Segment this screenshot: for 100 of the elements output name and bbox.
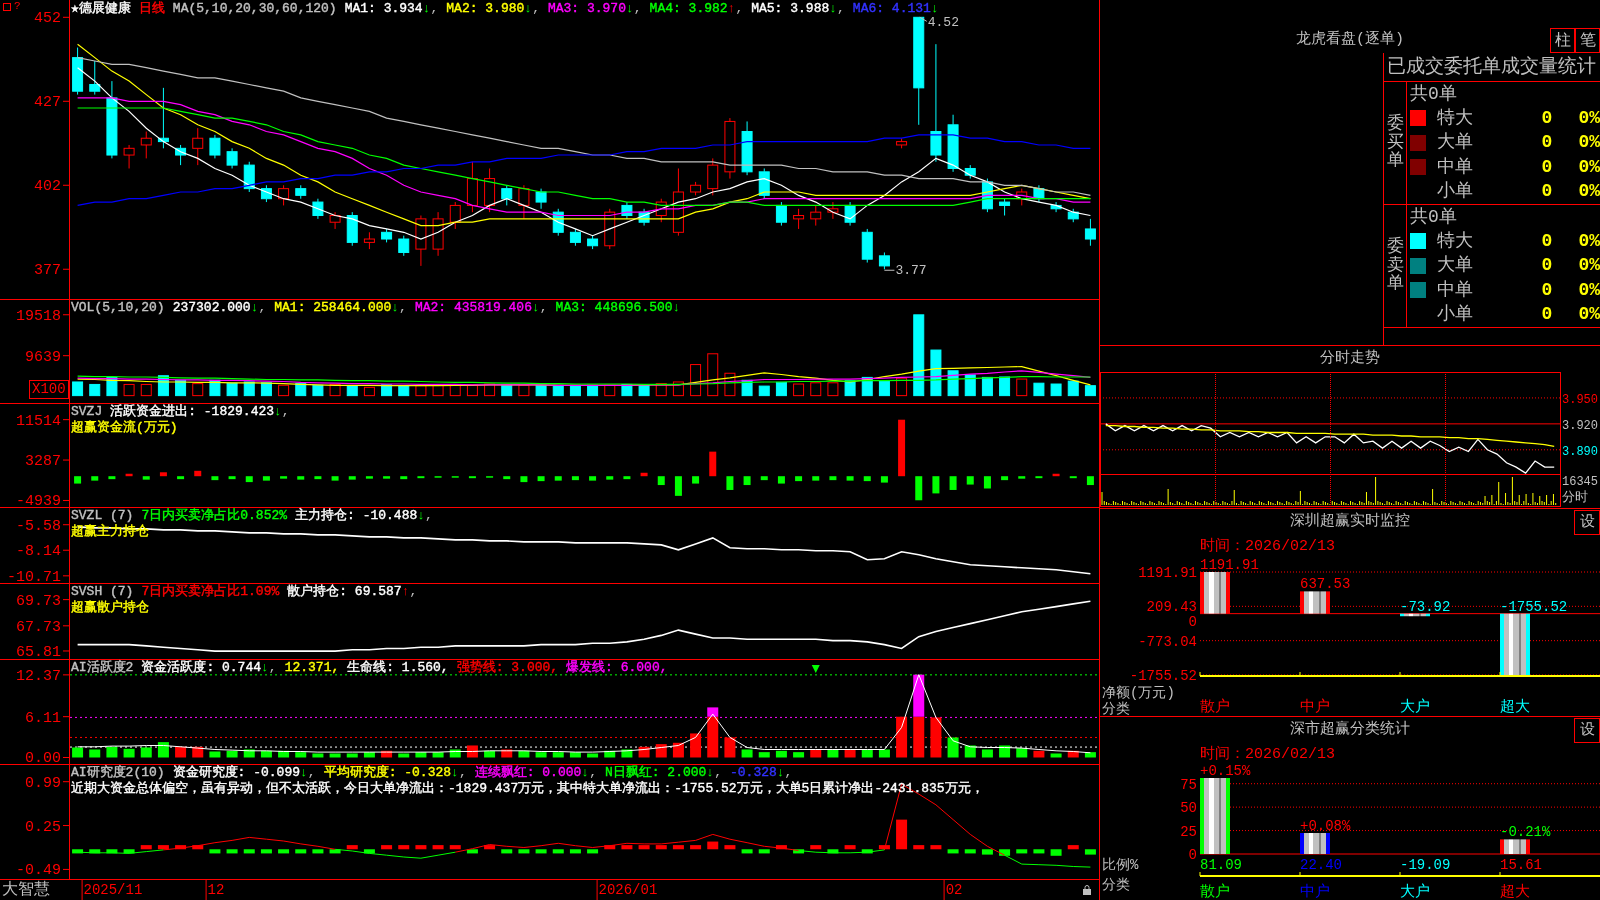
axis-tick-label: 67.73 bbox=[16, 618, 61, 636]
legend-text: MA5: 3.988 bbox=[751, 1, 830, 17]
axis-tick-label: -0.49 bbox=[16, 862, 61, 880]
legend-text: ★德展健康 bbox=[71, 1, 131, 17]
candle bbox=[123, 144, 135, 169]
fund-flow-bar bbox=[554, 476, 562, 481]
fund-flow-bar bbox=[1001, 476, 1009, 481]
view-toggle-button[interactable]: 柱 bbox=[1550, 28, 1575, 53]
legend-text: MA3: 448696.500 bbox=[555, 300, 673, 316]
axis-tick-label: 3.950 bbox=[1562, 392, 1598, 407]
fund-flow-bar bbox=[1018, 476, 1026, 479]
legend-text: VOL(5,10,20) bbox=[71, 300, 165, 316]
category-label: 超大 bbox=[1500, 699, 1530, 715]
candle bbox=[896, 137, 908, 149]
chart-title: 深圳超赢实时监控 bbox=[1290, 511, 1410, 533]
annotation: 4.52 bbox=[927, 15, 959, 31]
view-toggle-button[interactable]: 笔 bbox=[1575, 28, 1600, 53]
candle bbox=[140, 131, 152, 159]
chart-timestamp: 时间：2026/02/13 bbox=[1200, 745, 1335, 764]
candle bbox=[758, 168, 770, 200]
legend-text: 超赢散户持仓 bbox=[71, 600, 149, 616]
fund-flow-bar bbox=[468, 476, 476, 479]
trend-arrow: ↓, bbox=[250, 300, 267, 316]
fund-flow-bar bbox=[571, 476, 579, 481]
candle bbox=[724, 117, 736, 180]
axis-tick-label: -10.71 bbox=[7, 568, 61, 584]
legend-text: MA6: 4.131 bbox=[852, 1, 931, 17]
panel-title: 龙虎看盘(逐单) bbox=[1296, 29, 1404, 51]
axis-tick-label: 50 bbox=[1180, 800, 1197, 817]
trend-arrow: ↑, bbox=[401, 584, 418, 600]
category-label: 超大 bbox=[1500, 884, 1530, 900]
axis-title: 净额(万元) bbox=[1102, 685, 1175, 701]
candle bbox=[363, 231, 375, 250]
fund-flow-bar bbox=[863, 476, 871, 482]
fund-flow-bar bbox=[777, 476, 785, 484]
candle bbox=[260, 184, 272, 203]
candle bbox=[1067, 208, 1079, 223]
candle bbox=[844, 201, 856, 227]
trend-arrow: ↓, bbox=[417, 508, 433, 524]
category-label: 散户 bbox=[1200, 884, 1230, 900]
candle bbox=[707, 157, 719, 196]
fund-flow-bar bbox=[949, 476, 957, 490]
axis-tick-label: 6.11 bbox=[25, 709, 61, 727]
settings-button[interactable]: 设 bbox=[1574, 718, 1600, 743]
bar-value-label: -1755.52 bbox=[1500, 598, 1568, 615]
legend-text: 资金研究度: -0.099 bbox=[172, 765, 301, 781]
legend-text: 强势线: 3.000, bbox=[456, 660, 559, 676]
candle bbox=[655, 198, 667, 223]
axis-tick-label: 3.890 bbox=[1562, 444, 1598, 459]
fund-flow-bar bbox=[966, 476, 974, 485]
axis-tick-label: 0.99 bbox=[25, 774, 61, 792]
lock-icon bbox=[1083, 885, 1091, 895]
category-label: 散户 bbox=[1200, 699, 1230, 715]
order-size-label: 小单 bbox=[1437, 180, 1473, 204]
axis-tick-label: 65.81 bbox=[16, 644, 61, 660]
fund-flow-bar bbox=[314, 476, 322, 480]
category-label: 大户 bbox=[1400, 699, 1430, 715]
fund-flow-bar bbox=[211, 476, 219, 481]
fund-flow-bar bbox=[262, 476, 270, 481]
fund-flow-bar bbox=[812, 476, 820, 481]
trend-arrow: ↓, bbox=[451, 765, 467, 781]
fund-flow-bar bbox=[537, 476, 545, 482]
legend-text: MA(5,10,20,30,60,120) bbox=[172, 1, 337, 17]
candle bbox=[861, 228, 873, 264]
candle bbox=[346, 211, 358, 247]
order-count: 0 bbox=[1541, 278, 1553, 302]
fund-flow-bar bbox=[194, 470, 202, 477]
axis-tick-label: 377 bbox=[34, 262, 61, 280]
fund-flow-bar bbox=[348, 476, 356, 480]
legend-text: 爆发线: 6.000, bbox=[566, 660, 668, 676]
candle bbox=[827, 201, 839, 220]
axis-title: 比例% bbox=[1102, 857, 1139, 873]
order-total: 共0单 bbox=[1410, 205, 1457, 229]
candle bbox=[587, 235, 599, 250]
axis-tick-label: 1191.91 bbox=[1138, 565, 1197, 581]
fund-flow-bar bbox=[503, 476, 511, 480]
trend-arrow: ↓, bbox=[625, 1, 642, 17]
legend-text: AI活跃度2 bbox=[71, 660, 134, 676]
fund-flow-bar bbox=[657, 476, 665, 486]
axis-title: 分类 bbox=[1102, 701, 1130, 715]
legend-text: MA4: 3.982 bbox=[649, 1, 728, 17]
axis-tick-label: 9639 bbox=[25, 348, 61, 366]
candle bbox=[947, 114, 959, 173]
legend-text: 12.371, bbox=[284, 660, 340, 676]
order-percent: 0% bbox=[1578, 229, 1600, 253]
trend-arrow: ↓, bbox=[261, 660, 277, 676]
candle bbox=[312, 198, 324, 220]
chart-timestamp: 时间：2026/02/13 bbox=[1200, 537, 1335, 556]
help-mark: ? bbox=[14, 0, 21, 12]
bar-value-label: 22.40 bbox=[1300, 857, 1342, 873]
candle bbox=[1084, 218, 1096, 247]
order-count: 0 bbox=[1541, 106, 1553, 130]
annotation: 3.77 bbox=[895, 263, 927, 279]
settings-button[interactable]: 设 bbox=[1574, 510, 1600, 535]
order-count: 0 bbox=[1541, 254, 1553, 278]
axis-tick-label: 11514 bbox=[16, 412, 61, 430]
candle bbox=[569, 228, 581, 247]
fund-flow-bar bbox=[400, 476, 408, 480]
legend-text: AI研究度2(10) bbox=[71, 765, 165, 781]
legend-text: 主力持仓: -10.488 bbox=[295, 508, 418, 524]
